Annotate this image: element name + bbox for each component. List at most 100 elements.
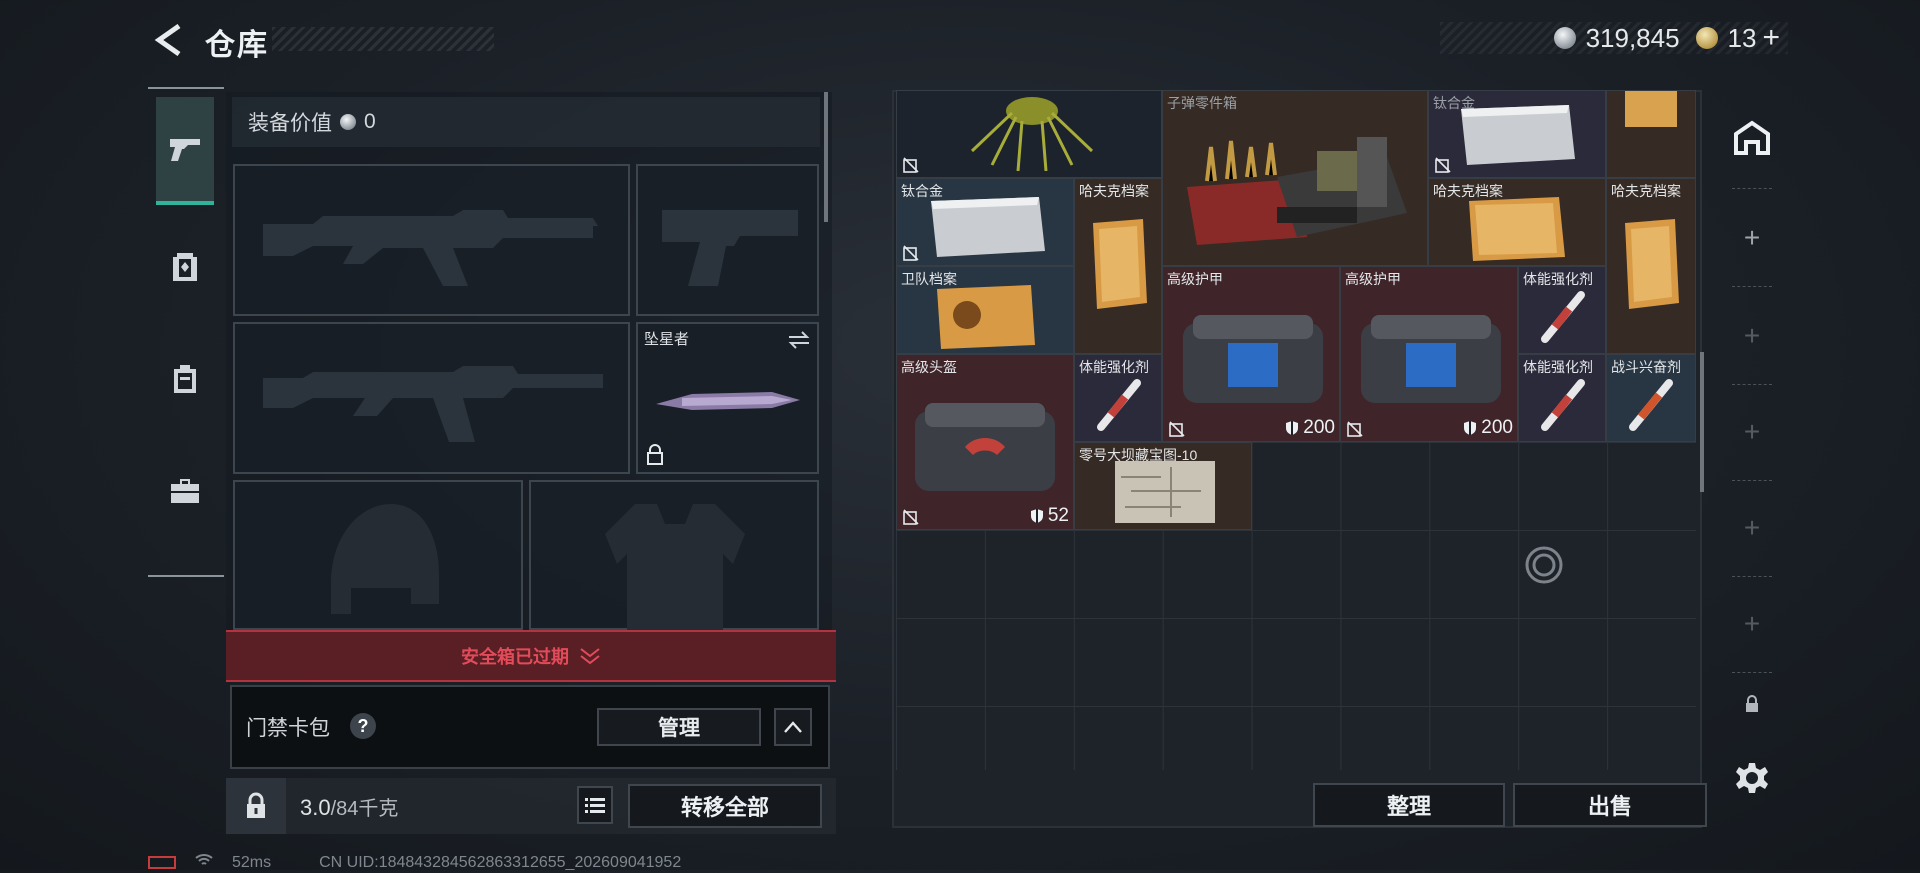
safe-box-expired-text: 安全箱已过期: [461, 647, 569, 667]
secondary-weapon-slot[interactable]: [233, 322, 630, 474]
document-folder-icon: [1625, 219, 1679, 309]
gold-currency-amount: 13: [1727, 22, 1757, 53]
armor-durability: 200: [1463, 417, 1513, 439]
settings-button[interactable]: [1714, 738, 1790, 818]
inventory-item[interactable]: 卫队档案: [896, 266, 1074, 354]
weight-readout: 3.0/84千克: [300, 792, 398, 821]
inventory-item[interactable]: 高级头盔 52: [896, 354, 1074, 530]
battery-icon: [148, 856, 176, 869]
inventory-item[interactable]: 子弹零件箱: [1162, 90, 1428, 266]
tab-backpack[interactable]: [156, 325, 214, 433]
inventory-item[interactable]: 哈夫克档案: [1074, 178, 1162, 354]
sell-button[interactable]: 出售: [1513, 783, 1707, 827]
document-folder-icon: [1469, 197, 1565, 261]
inventory-item[interactable]: [896, 90, 1162, 178]
warehouse-scrollbar[interactable]: [1700, 352, 1704, 492]
loadout-scrollbar[interactable]: [824, 92, 828, 222]
item-name: 高级护甲: [1167, 271, 1223, 287]
tab-weapons[interactable]: [156, 97, 214, 205]
syringe-icon: [1541, 291, 1585, 343]
primary-weapon-slot[interactable]: [233, 164, 630, 316]
inventory-item[interactable]: 哈夫克档案: [1606, 178, 1696, 354]
transfer-all-button[interactable]: 转移全部: [628, 784, 822, 828]
equipment-value-row: 装备价值 0: [232, 97, 820, 147]
document-folder-icon: [1093, 219, 1147, 309]
syringe-icon: [1541, 379, 1585, 431]
add-tab-button[interactable]: +: [1714, 288, 1790, 384]
armor-value: 200: [1481, 417, 1513, 438]
no-trade-icon: [1169, 421, 1185, 437]
gear-icon: [1736, 763, 1768, 793]
titanium-plate-icon: [1461, 105, 1575, 165]
divider: [1732, 188, 1772, 189]
uid-text: CN UID:18484328456286331265​5_2026090419…: [319, 853, 682, 871]
add-tab-button[interactable]: +: [1714, 480, 1790, 576]
help-icon[interactable]: ?: [350, 713, 376, 739]
inventory-item[interactable]: 高级护甲 200: [1162, 266, 1340, 442]
knife-icon: [656, 392, 800, 410]
add-tab-button[interactable]: +: [1714, 576, 1790, 672]
helmet-bag-icon: [915, 403, 1055, 491]
tab-containers[interactable]: [156, 213, 214, 321]
armor-bag-icon: [1183, 315, 1323, 403]
melee-slot[interactable]: 坠星者: [636, 322, 819, 474]
titanium-plate-icon: [931, 197, 1045, 257]
list-view-button[interactable]: [577, 786, 613, 824]
add-tab-button[interactable]: +: [1714, 384, 1790, 480]
item-name: 高级头盔: [901, 359, 957, 375]
inventory-item[interactable]: 零号大坝藏宝图-10: [1074, 442, 1252, 530]
lock-icon: [647, 444, 663, 465]
ammo-crate-icon: [1187, 137, 1407, 245]
add-tab-button[interactable]: +: [1714, 190, 1790, 286]
tab-tools[interactable]: [156, 437, 214, 545]
armor-durability: 200: [1285, 417, 1335, 439]
treasure-map-icon: [1115, 461, 1215, 523]
safe-box-icon: [173, 253, 197, 281]
lock-slot-button[interactable]: [1714, 676, 1790, 732]
equipment-value-label: 装备价值: [248, 112, 332, 135]
inventory-item[interactable]: 钛合金: [896, 178, 1074, 266]
lock-button[interactable]: [226, 778, 286, 834]
no-trade-icon: [903, 509, 919, 525]
inventory-item[interactable]: 高级护甲 200: [1340, 266, 1518, 442]
title-stripe-decoration: [272, 27, 494, 51]
backpack-icon: [174, 365, 196, 393]
inventory-item[interactable]: 体能强化剂: [1518, 354, 1606, 442]
sidearm-slot[interactable]: [636, 164, 819, 316]
inventory-item[interactable]: 体能强化剂: [1518, 266, 1606, 354]
item-name: 子弹零件箱: [1167, 95, 1237, 111]
armor-value: 52: [1047, 505, 1069, 526]
warehouse-grid[interactable]: 子弹零件箱 钛合金 钛合金 哈夫克档案 哈夫克档案 哈夫克档案 卫队档案 高级护…: [896, 90, 1696, 770]
back-button[interactable]: [150, 22, 186, 58]
inventory-item[interactable]: [1606, 90, 1696, 178]
collapse-button[interactable]: [774, 708, 812, 746]
item-name: 战斗兴奋剂: [1611, 359, 1681, 375]
helmet-silhouette-icon: [331, 504, 439, 614]
sort-button[interactable]: 整理: [1313, 783, 1505, 827]
safe-box-expired-banner[interactable]: 安全箱已过期: [226, 630, 836, 682]
inventory-item[interactable]: 战斗兴奋剂: [1606, 354, 1696, 442]
body-armor-slot[interactable]: [529, 480, 819, 634]
no-trade-icon: [903, 245, 919, 261]
inventory-item[interactable]: 哈夫克档案: [1428, 178, 1606, 266]
helmet-slot[interactable]: [233, 480, 523, 630]
warehouse-home-button[interactable]: [1714, 90, 1790, 186]
armor-durability: 52: [1030, 505, 1069, 527]
shield-icon: [1286, 421, 1299, 435]
rifle-silhouette-icon: [263, 366, 603, 442]
double-chevron-down-icon: [580, 648, 600, 665]
item-name: 体能强化剂: [1523, 359, 1593, 375]
add-currency-button[interactable]: +: [1762, 21, 1780, 55]
manage-button[interactable]: 管理: [597, 708, 761, 746]
weight-max: /84千克: [330, 798, 399, 820]
list-icon: [585, 798, 605, 813]
ping-text: 52ms: [232, 853, 272, 871]
syringe-icon: [1097, 379, 1141, 431]
inventory-item[interactable]: 体能强化剂: [1074, 354, 1162, 442]
inventory-item[interactable]: 钛合金: [1428, 90, 1606, 178]
warehouse-icon: [1734, 120, 1770, 155]
swap-icon[interactable]: [787, 330, 811, 350]
target-icon[interactable]: [1524, 545, 1564, 585]
item-name: 哈夫克档案: [1611, 183, 1681, 199]
category-tabs: [148, 87, 224, 577]
